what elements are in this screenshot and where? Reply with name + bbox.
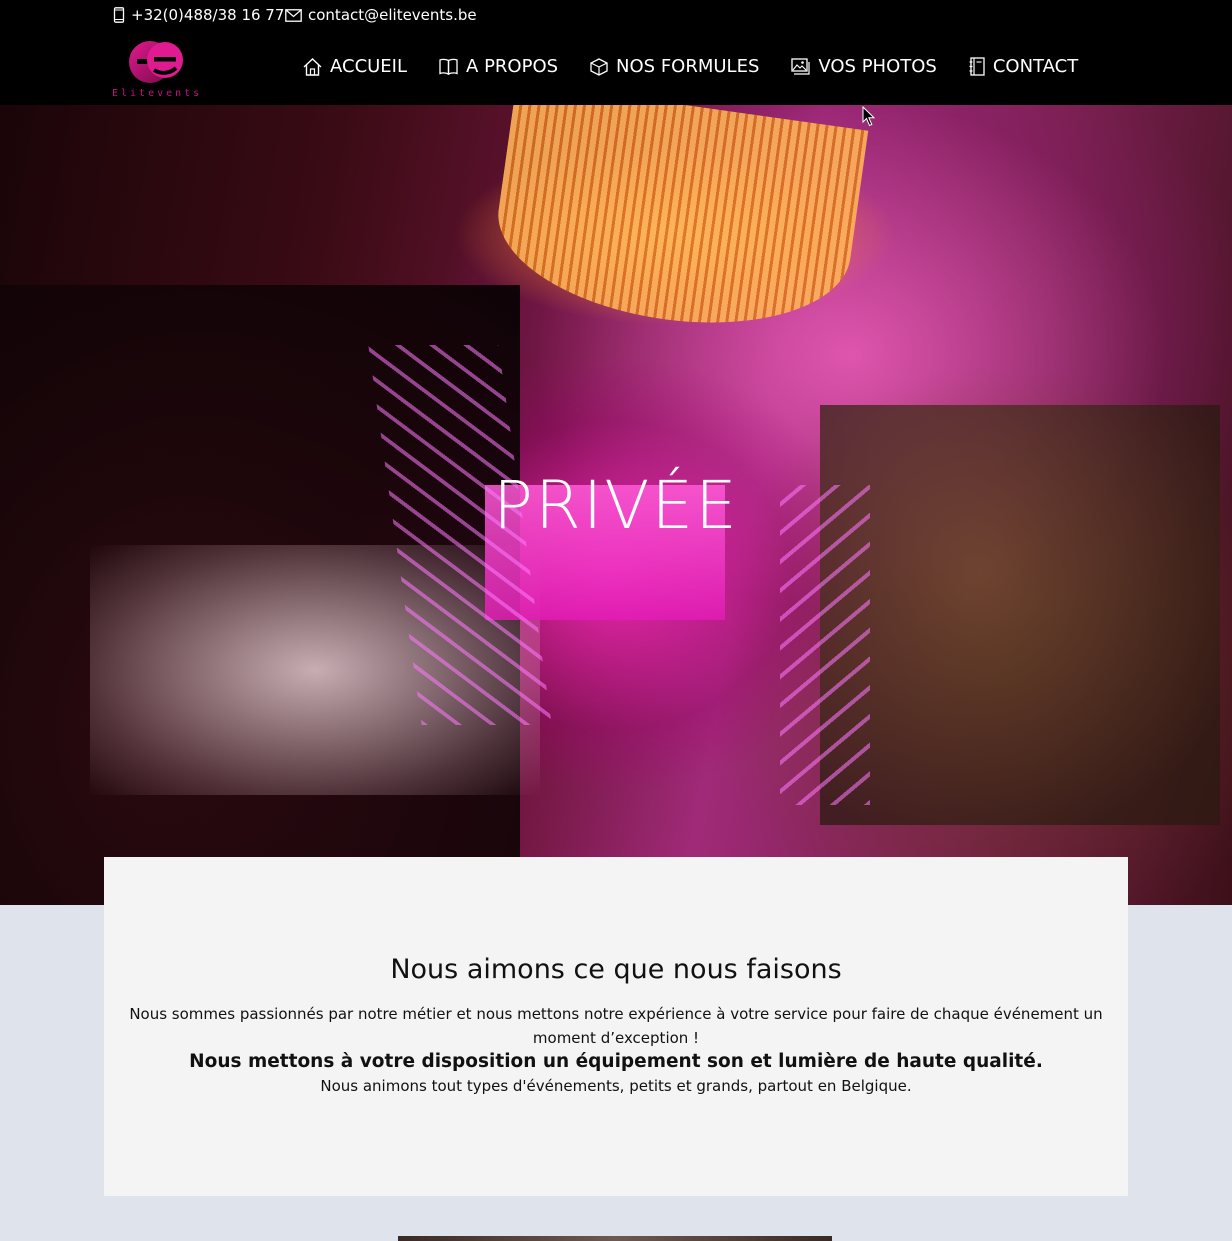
home-icon <box>303 57 322 76</box>
intro-paragraph: Nous sommes passionnés par notre métier … <box>129 1005 1103 1047</box>
nav-label-nos-formules: NOS FORMULES <box>616 56 760 77</box>
nav-item-contact[interactable]: CONTACT <box>969 56 1078 77</box>
nav-label-vos-photos: VOS PHOTOS <box>818 56 937 77</box>
top-contact-bar: +32(0)488/38 16 77 contact@elitevents.be <box>0 0 1232 34</box>
logo-wordmark: Elitevents <box>112 88 203 99</box>
nav-item-a-propos[interactable]: A PROPOS <box>439 56 558 77</box>
mouse-cursor-icon <box>862 105 876 131</box>
nav-item-accueil[interactable]: ACCUEIL <box>303 56 407 77</box>
box-icon <box>590 57 608 76</box>
mobile-phone-icon <box>113 7 125 23</box>
email-contact[interactable]: contact@elitevents.be <box>285 6 477 24</box>
notebook-icon <box>969 57 985 76</box>
nav-item-nos-formules[interactable]: NOS FORMULES <box>590 56 759 77</box>
main-navbar: Elitevents ACCUEIL A PROPOS NOS FORMULES… <box>0 34 1232 105</box>
next-section-image <box>398 1236 832 1241</box>
nav-menu: ACCUEIL A PROPOS NOS FORMULES VOS PHOTOS… <box>303 56 1110 77</box>
intro-paragraph-secondary: Nous animons tout types d'événements, pe… <box>320 1077 912 1095</box>
nav-label-accueil: ACCUEIL <box>330 56 408 77</box>
email-address: contact@elitevents.be <box>308 6 477 24</box>
intro-heading: Nous aimons ce que nous faisons <box>390 954 842 985</box>
intro-subheading: Nous mettons à votre disposition un équi… <box>189 1051 1043 1072</box>
images-icon <box>791 58 810 75</box>
nav-label-a-propos: A PROPOS <box>466 56 559 77</box>
brand-logo[interactable]: Elitevents <box>110 38 215 100</box>
hero-title: PRIVÉE <box>493 467 739 544</box>
intro-card: Nous aimons ce que nous faisons Nous som… <box>104 857 1128 1196</box>
envelope-icon <box>285 8 302 22</box>
phone-contact[interactable]: +32(0)488/38 16 77 <box>113 6 284 24</box>
hero-banner: PRIVÉE <box>0 105 1232 905</box>
nav-item-vos-photos[interactable]: VOS PHOTOS <box>791 56 937 77</box>
phone-number: +32(0)488/38 16 77 <box>131 6 285 24</box>
hero-photo-chandelier <box>486 105 869 344</box>
logo-mark <box>129 41 183 83</box>
nav-label-contact: CONTACT <box>992 56 1079 77</box>
book-icon <box>439 58 458 75</box>
